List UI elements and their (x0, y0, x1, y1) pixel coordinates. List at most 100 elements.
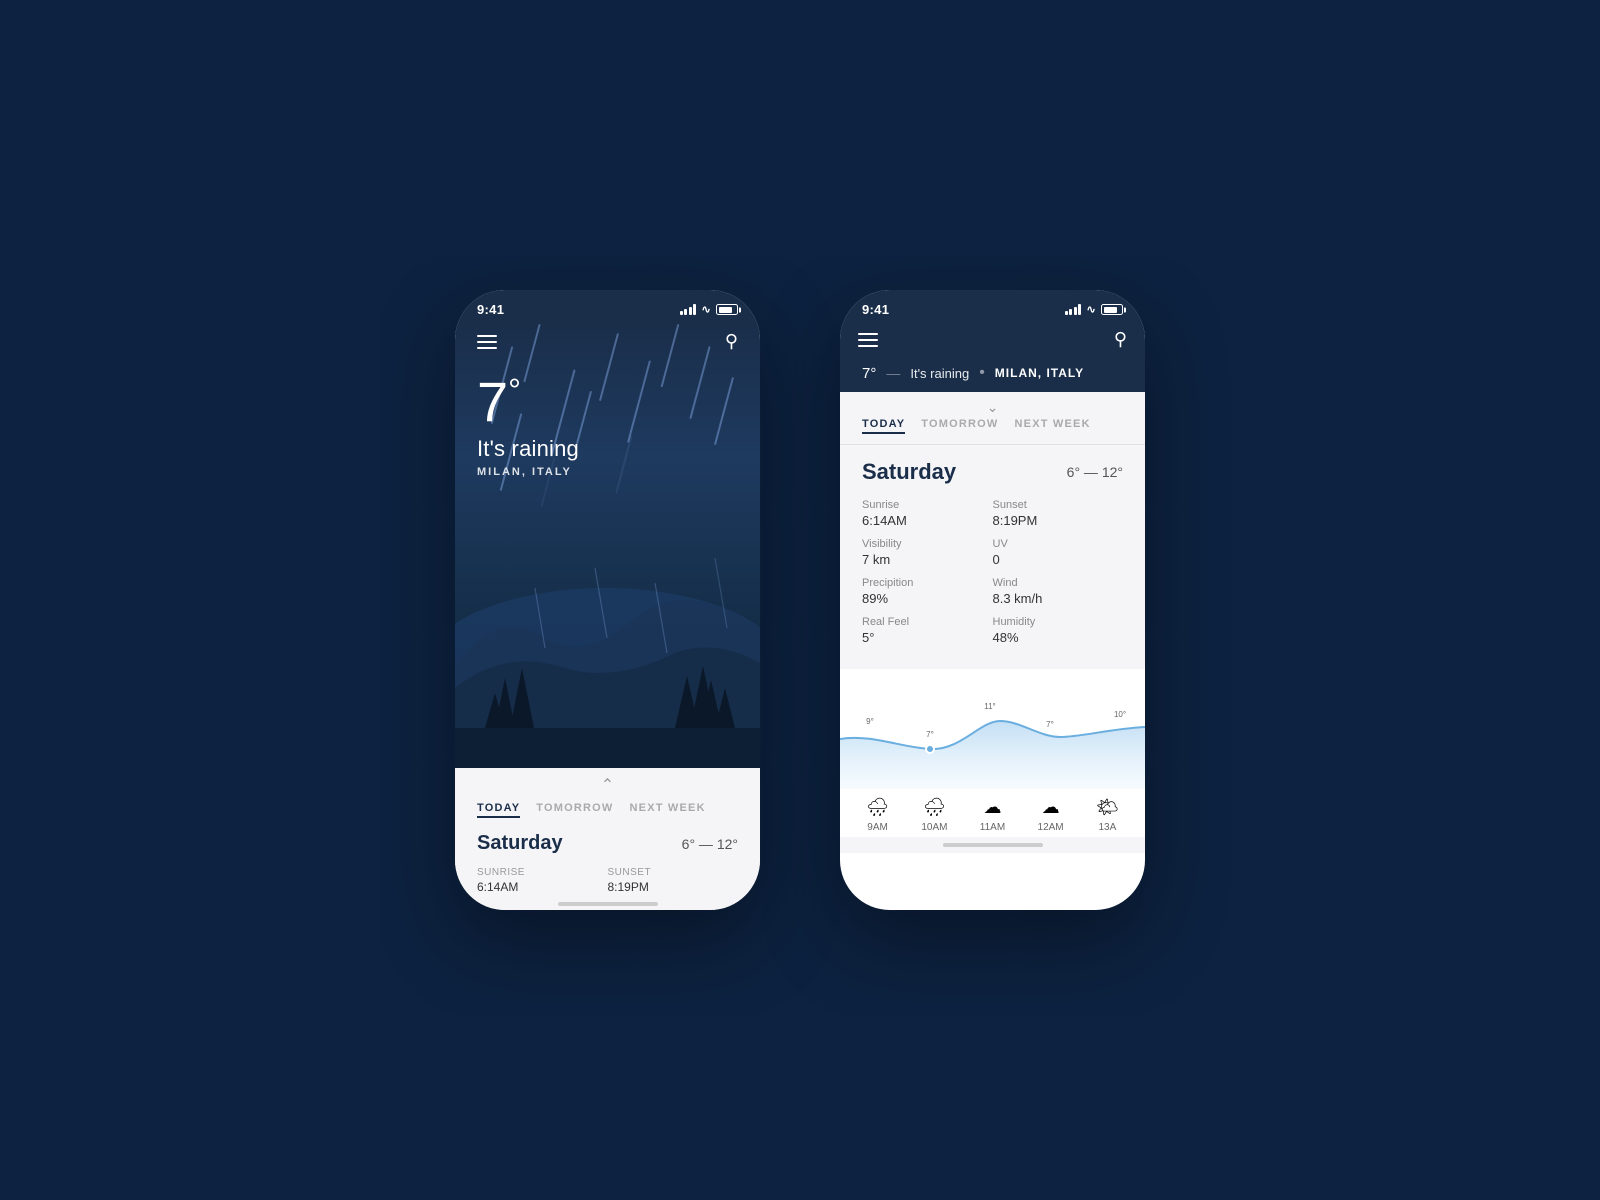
tabs-left: TODAY TOMORROW NEXT WEEK (477, 802, 738, 818)
sunset-item: Sunset 8:19PM (608, 867, 739, 894)
nav-bar-right: ⚲ (840, 323, 1145, 358)
time-label-11am: 11AM (980, 822, 1005, 833)
tab-nextweek-left[interactable]: NEXT WEEK (630, 802, 706, 818)
day-name-left: Saturday (477, 832, 563, 855)
search-button-right[interactable]: ⚲ (1114, 329, 1127, 350)
condition-left: It's raining (477, 436, 738, 462)
partly-cloudy-icon-13a: 🌤 (1096, 797, 1119, 818)
detail-row-left: Sunrise 6:14AM Sunset 8:19PM (477, 867, 738, 894)
bottom-panel-left: ⌃ TODAY TOMORROW NEXT WEEK Saturday 6° —… (455, 768, 760, 910)
visibility-cell: Visibility 7 km (862, 538, 993, 567)
sunset-label-r: Sunset (993, 499, 1124, 511)
sunrise-label: Sunrise (477, 867, 608, 878)
header-temp: 7° (862, 365, 876, 382)
sunrise-item: Sunrise 6:14AM (477, 867, 608, 894)
time-label-9am: 9AM (867, 822, 888, 833)
time-right: 9:41 (862, 302, 889, 317)
cloudy-icon-12am: ☁ (1042, 797, 1060, 818)
tab-today-left[interactable]: TODAY (477, 802, 520, 818)
chevron-down-icon[interactable]: ⌄ (840, 392, 1145, 418)
hour-item-10am: 🌧 10AM (921, 797, 947, 833)
rain-icon-10am: 🌧 (923, 797, 946, 818)
wifi-icon-right: ∿ (1086, 303, 1096, 316)
phone-right: 9:41 ∿ ⚲ 7° — It's raining • MILAN, ITAL… (840, 290, 1145, 910)
sunrise-label-r: Sunrise (862, 499, 993, 511)
rain-icon-9am: 🌧 (866, 797, 889, 818)
cloudy-icon-11am: ☁ (983, 797, 1001, 818)
weather-info-left: 7° It's raining MILAN, ITALY (455, 364, 760, 478)
day-row-left: Saturday 6° — 12° (477, 832, 738, 855)
hourly-forecast: 🌧 9AM 🌧 10AM ☁ 11AM ☁ 12AM 🌤 13A (840, 789, 1145, 837)
status-bar-left: 9:41 ∿ (455, 290, 760, 323)
detail-temp-range: 6° — 12° (1067, 464, 1123, 480)
svg-text:7°: 7° (1046, 720, 1054, 729)
temperature-chart: 9° 7° 11° 7° 10° (840, 669, 1145, 789)
hour-item-12am: ☁ 12AM (1038, 797, 1064, 833)
tabs-right: TODAY TOMORROW NEXT WEEK (840, 418, 1145, 445)
humidity-value: 48% (993, 630, 1124, 645)
status-icons-left: ∿ (680, 303, 738, 316)
home-indicator-left (558, 902, 658, 906)
detail-day-row: Saturday 6° — 12° (862, 459, 1123, 485)
header-strip: 7° — It's raining • MILAN, ITALY (840, 358, 1145, 392)
wifi-icon: ∿ (701, 303, 711, 316)
header-condition: It's raining (910, 366, 969, 381)
wind-cell: Wind 8.3 km/h (993, 577, 1124, 606)
battery-icon-right (1101, 304, 1123, 315)
chevron-up-icon[interactable]: ⌃ (477, 778, 738, 794)
hour-item-11am: ☁ 11AM (980, 797, 1005, 833)
location-left: MILAN, ITALY (477, 466, 738, 478)
precip-cell: Precipition 89% (862, 577, 993, 606)
detail-section: Saturday 6° — 12° Sunrise 6:14AM Sunset … (840, 445, 1145, 669)
weather-section-left: ⚲ 7° It's raining MILAN, ITALY (455, 323, 760, 768)
uv-cell: UV 0 (993, 538, 1124, 567)
tab-tomorrow-right[interactable]: TOMORROW (921, 418, 998, 434)
temp-range-left: 6° — 12° (682, 836, 738, 852)
battery-icon (716, 304, 738, 315)
tab-nextweek-right[interactable]: NEXT WEEK (1015, 418, 1091, 434)
uv-label: UV (993, 538, 1124, 550)
humidity-label: Humidity (993, 616, 1124, 628)
tab-tomorrow-left[interactable]: TOMORROW (536, 802, 613, 818)
uv-value: 0 (993, 552, 1124, 567)
realfeel-cell: Real Feel 5° (862, 616, 993, 645)
sunset-label: Sunset (608, 867, 739, 878)
wind-label: Wind (993, 577, 1124, 589)
hour-item-9am: 🌧 9AM (866, 797, 889, 833)
realfeel-label: Real Feel (862, 616, 993, 628)
hour-item-13a: 🌤 13A (1096, 797, 1119, 833)
home-indicator-right (943, 843, 1043, 847)
sunset-cell: Sunset 8:19PM (993, 499, 1124, 528)
precip-label: Precipition (862, 577, 993, 589)
sunset-value: 8:19PM (608, 880, 739, 894)
signal-icon-right (1065, 304, 1082, 315)
time-label-10am: 10AM (921, 822, 947, 833)
precip-value: 89% (862, 591, 993, 606)
detail-day-name: Saturday (862, 459, 956, 485)
right-content: ⌄ TODAY TOMORROW NEXT WEEK Saturday 6° —… (840, 392, 1145, 853)
status-bar-right: 9:41 ∿ (840, 290, 1145, 323)
sunrise-cell: Sunrise 6:14AM (862, 499, 993, 528)
scene-illustration (455, 508, 760, 768)
phone-left: 9:41 ∿ ⚲ 7° It's raining MILAN, ITALY (455, 290, 760, 910)
svg-text:9°: 9° (866, 717, 874, 726)
visibility-value: 7 km (862, 552, 993, 567)
time-label-13a: 13A (1099, 822, 1117, 833)
svg-text:11°: 11° (984, 702, 996, 711)
header-location: MILAN, ITALY (995, 366, 1084, 380)
humidity-cell: Humidity 48% (993, 616, 1124, 645)
realfeel-value: 5° (862, 630, 993, 645)
menu-button-right[interactable] (858, 333, 878, 347)
time-label-12am: 12AM (1038, 822, 1064, 833)
time-left: 9:41 (477, 302, 504, 317)
sunrise-value: 6:14AM (477, 880, 608, 894)
temperature-left: 7° (477, 374, 738, 430)
status-icons-right: ∿ (1065, 303, 1123, 316)
header-separator: — (886, 365, 900, 381)
tab-today-right[interactable]: TODAY (862, 418, 905, 434)
sunset-value-r: 8:19PM (993, 513, 1124, 528)
wind-value: 8.3 km/h (993, 591, 1124, 606)
svg-text:7°: 7° (926, 730, 934, 739)
info-grid: Sunrise 6:14AM Sunset 8:19PM Visibility … (862, 499, 1123, 645)
signal-icon (680, 304, 697, 315)
